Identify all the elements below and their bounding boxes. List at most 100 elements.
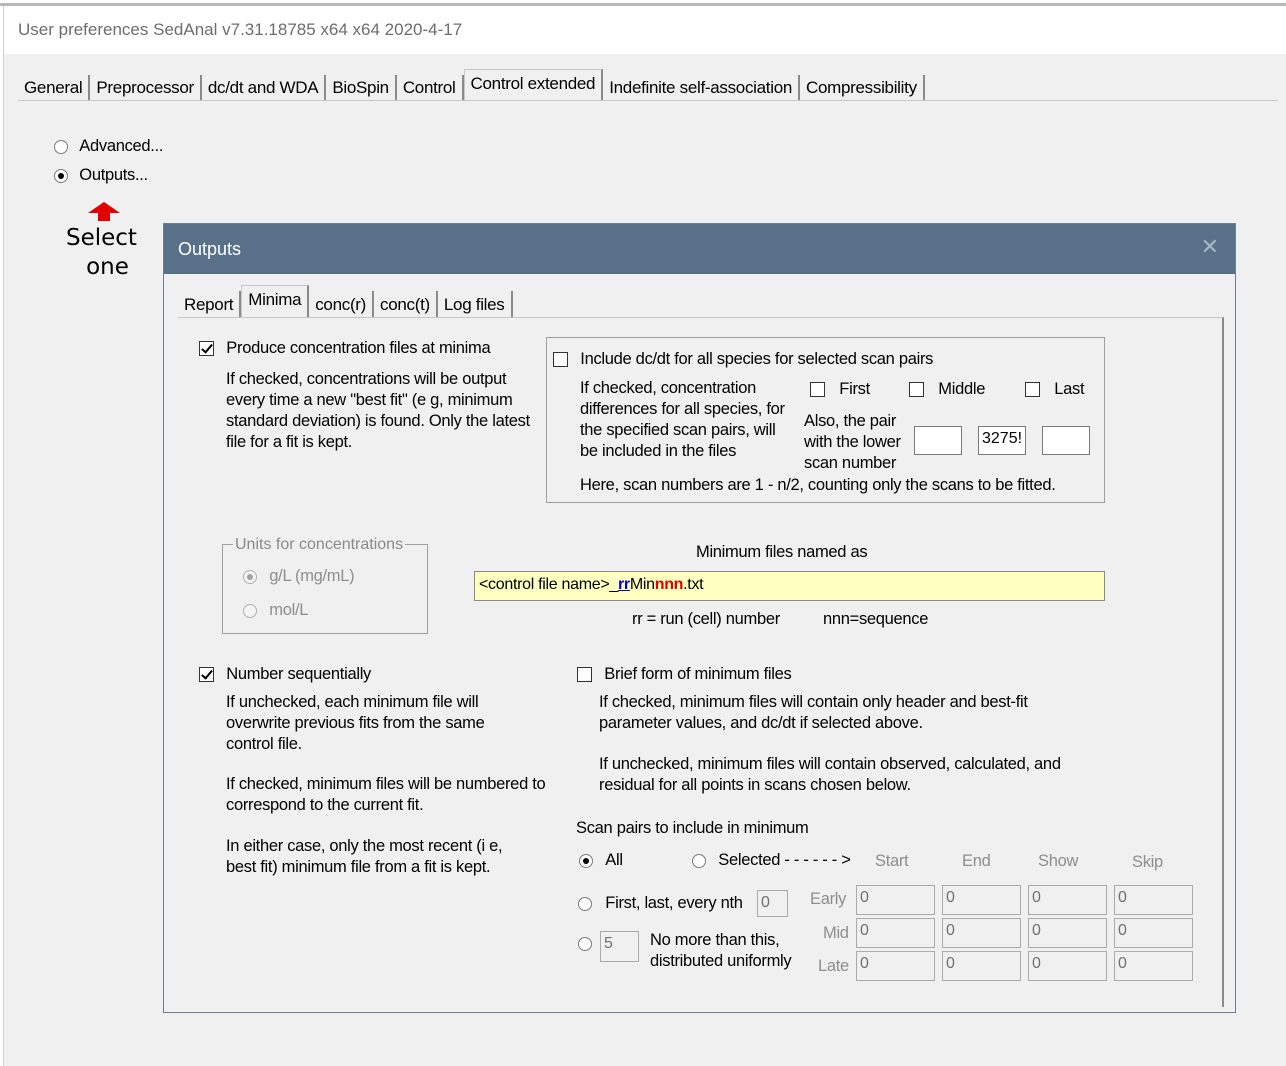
scan-selected-option[interactable]: Selected - - - - - - >	[692, 851, 851, 870]
units-moll-label: mol/L	[269, 601, 309, 619]
tab-log-files[interactable]: Log files	[438, 291, 513, 318]
scan-firstlast-option[interactable]: First, last, every nth	[578, 894, 743, 913]
legend-rr: rr = run (cell) number	[632, 610, 780, 628]
filename-suffix: .txt	[683, 576, 704, 593]
advanced-radio[interactable]	[54, 139, 68, 154]
sequential-checkbox[interactable]	[199, 667, 214, 683]
scan-firstlast-radio[interactable]	[578, 896, 592, 911]
tab-minima[interactable]: Minima	[241, 285, 310, 318]
dcdt-description: If checked, concentration differences fo…	[580, 379, 785, 460]
pair-label: Also, the pair with the lower scan numbe…	[804, 412, 901, 472]
units-moll-radio[interactable]	[243, 603, 257, 618]
tab-control-extended[interactable]: Control extended	[463, 69, 604, 101]
tab-preprocessor[interactable]: Preprocessor	[90, 75, 202, 101]
scan-all-option[interactable]: All	[579, 851, 623, 870]
window-title: User preferences SedAnal v7.31.18785 x64…	[18, 20, 463, 39]
scan-nomore-option[interactable]	[578, 934, 592, 953]
tab-report[interactable]: Report	[178, 291, 242, 318]
units-group-title: Units for concentrations	[233, 536, 406, 554]
arrow-stem	[98, 212, 110, 221]
late-show-input[interactable]: 0	[1028, 951, 1107, 981]
early-show-input[interactable]: 0	[1028, 885, 1107, 915]
scan-number-note: Here, scan numbers are 1 - n/2, counting…	[580, 476, 1056, 494]
brief-option[interactable]: Brief form of minimum files	[577, 665, 792, 684]
units-group	[222, 544, 428, 634]
main-tab-bar: General Preprocessor dc/dt and WDA BioSp…	[18, 69, 925, 101]
dcdt-option[interactable]: Include dc/dt for all species for select…	[553, 350, 933, 369]
nth-input[interactable]: 0	[757, 890, 788, 917]
outputs-label: Outputs...	[79, 166, 148, 184]
tab-indefinite-self-association[interactable]: Indefinite self-association	[603, 75, 801, 101]
dcdt-middle-option[interactable]: Middle	[909, 380, 985, 399]
legend-nnn: nnn=sequence	[823, 610, 929, 628]
late-skip-input[interactable]: 0	[1114, 951, 1193, 981]
filename-pattern-field[interactable]: <control file name>_rrMinnnn.txt	[474, 571, 1105, 601]
row-late-label: Late	[818, 957, 849, 975]
late-start-input[interactable]: 0	[856, 951, 935, 981]
mid-skip-input[interactable]: 0	[1114, 918, 1193, 948]
tab-conc-r[interactable]: conc(r)	[309, 291, 375, 318]
annotation-line1: Select	[66, 225, 137, 251]
early-skip-input[interactable]: 0	[1114, 885, 1193, 915]
dcdt-first-option[interactable]: First	[810, 380, 870, 399]
mid-show-input[interactable]: 0	[1028, 918, 1107, 948]
tab-biospin[interactable]: BioSpin	[326, 75, 397, 101]
tab-conc-t[interactable]: conc(t)	[374, 291, 438, 318]
scan-nomore-radio[interactable]	[578, 936, 592, 951]
dcdt-middle-checkbox[interactable]	[909, 382, 924, 398]
pair-input-3[interactable]	[1042, 426, 1090, 455]
tab-general[interactable]: General	[18, 75, 91, 101]
close-icon[interactable]: ✕	[1201, 234, 1219, 260]
produce-label: Produce concentration files at minima	[226, 339, 491, 357]
row-early-label: Early	[810, 890, 847, 908]
filename-prefix: <control file name>_	[479, 576, 618, 593]
dcdt-last-option[interactable]: Last	[1025, 380, 1085, 399]
scan-firstlast-label: First, last, every nth	[605, 894, 743, 912]
produce-checkbox[interactable]	[199, 341, 214, 357]
outputs-radio[interactable]	[54, 168, 68, 183]
dcdt-label: Include dc/dt for all species for select…	[580, 350, 934, 368]
produce-option[interactable]: Produce concentration files at minima	[199, 339, 491, 358]
tab-compressibility[interactable]: Compressibility	[800, 75, 925, 101]
dcdt-middle-label: Middle	[938, 380, 986, 398]
pair-input-1[interactable]	[914, 426, 962, 455]
units-gl-label: g/L (mg/mL)	[269, 567, 355, 585]
scan-nomore-label: No more than this, distributed uniformly	[650, 931, 792, 970]
advanced-option[interactable]: Advanced...	[54, 137, 163, 156]
sequential-option[interactable]: Number sequentially	[199, 665, 371, 684]
tab-control[interactable]: Control	[397, 75, 464, 101]
brief-desc-1: If checked, minimum files will contain o…	[599, 693, 1028, 732]
early-end-input[interactable]: 0	[942, 885, 1021, 915]
dialog-tab-bar: Report Minima conc(r) conc(t) Log files	[178, 285, 513, 318]
dcdt-first-checkbox[interactable]	[810, 382, 825, 398]
scan-selected-label: Selected - - - - - - >	[718, 851, 851, 869]
col-skip-header: Skip	[1132, 853, 1163, 871]
scan-all-label: All	[605, 851, 623, 869]
nomore-input[interactable]: 5	[600, 931, 639, 962]
early-start-input[interactable]: 0	[856, 885, 935, 915]
dcdt-last-checkbox[interactable]	[1025, 382, 1040, 398]
dcdt-checkbox[interactable]	[553, 352, 568, 368]
brief-checkbox[interactable]	[577, 667, 592, 683]
sequential-desc-3: In either case, only the most recent (i …	[226, 837, 503, 876]
scan-selected-radio[interactable]	[692, 853, 706, 868]
units-moll-option[interactable]: mol/L	[243, 601, 308, 620]
units-gl-radio[interactable]	[243, 569, 257, 584]
outputs-option[interactable]: Outputs...	[54, 166, 148, 185]
units-gl-option[interactable]: g/L (mg/mL)	[243, 567, 355, 586]
scan-all-radio[interactable]	[579, 853, 593, 868]
sequential-desc-1: If unchecked, each minimum file will ove…	[226, 693, 485, 753]
pair-input-2[interactable]: 3275!	[978, 426, 1026, 455]
brief-label: Brief form of minimum files	[604, 665, 792, 683]
mid-end-input[interactable]: 0	[942, 918, 1021, 948]
tab-dcdt-wda[interactable]: dc/dt and WDA	[202, 75, 327, 101]
filename-min: Min	[629, 576, 655, 593]
col-end-header: End	[962, 852, 991, 870]
filename-nnn: nnn	[654, 576, 684, 593]
select-one-annotation: Select one	[66, 224, 137, 282]
col-start-header: Start	[875, 852, 909, 870]
mid-start-input[interactable]: 0	[856, 918, 935, 948]
advanced-label: Advanced...	[79, 137, 164, 155]
late-end-input[interactable]: 0	[942, 951, 1021, 981]
scanpairs-title: Scan pairs to include in minimum	[576, 819, 809, 837]
